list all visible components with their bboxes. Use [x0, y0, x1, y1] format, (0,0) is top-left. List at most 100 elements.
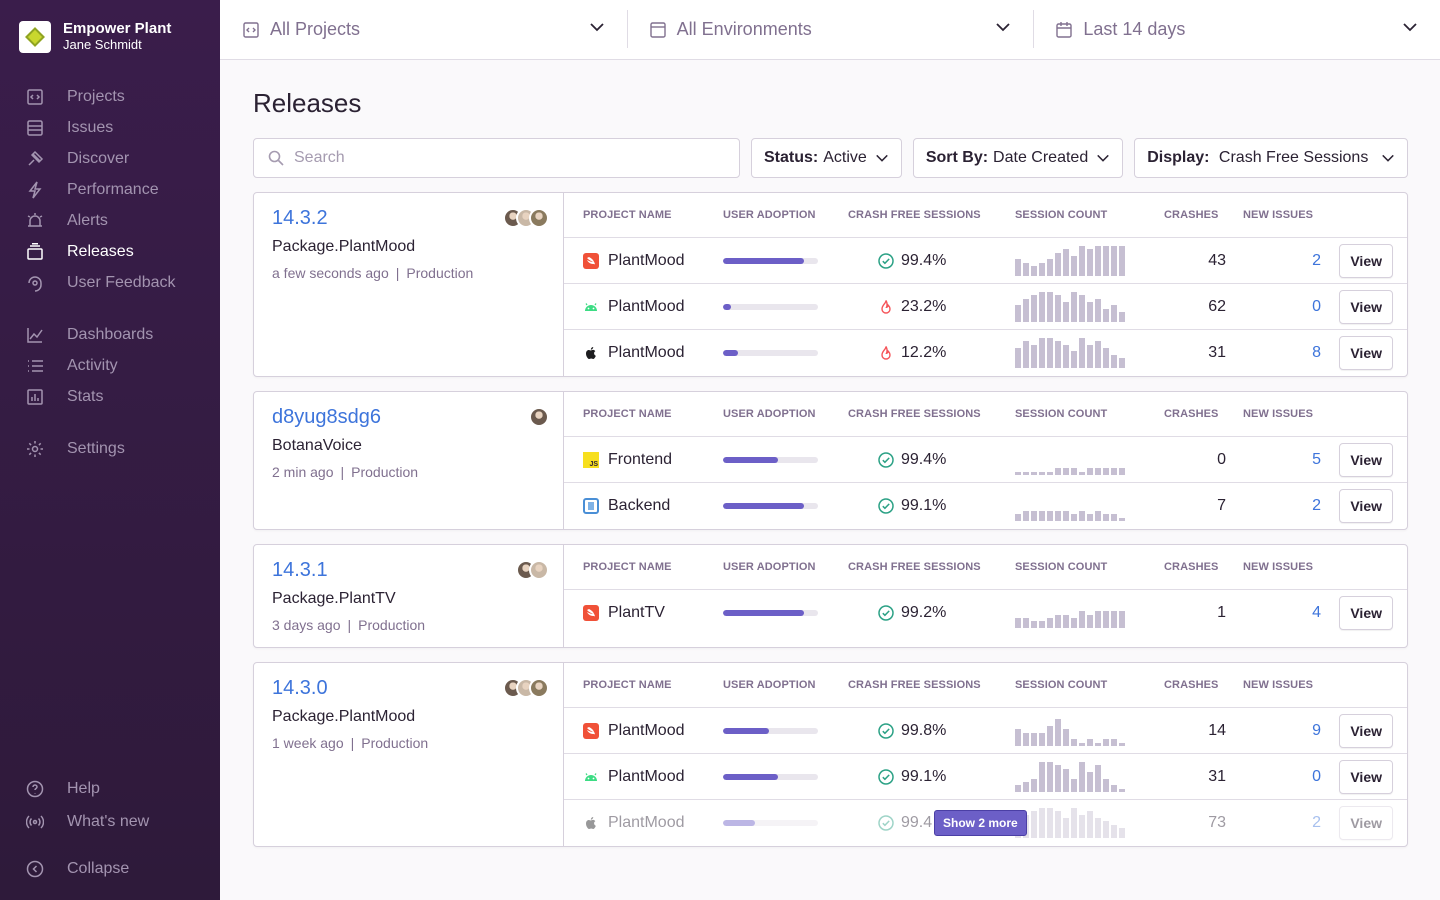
nav-item-collapse[interactable]: Collapse — [0, 853, 220, 884]
sparkline-bar — [1087, 467, 1093, 475]
show-more-button[interactable]: Show 2 more — [934, 810, 1027, 836]
release-card: 14.3.2 Package.PlantMood a few seconds ago… — [253, 192, 1408, 377]
new-issues-link[interactable]: 2 — [1312, 252, 1329, 269]
crash-free-percent: 99.4 — [901, 814, 933, 831]
nav-item-activity[interactable]: Activity — [0, 350, 220, 381]
new-issues-link[interactable]: 5 — [1312, 451, 1329, 468]
nav-item-what-s-new[interactable]: What's new — [0, 805, 220, 838]
apple-platform-icon — [583, 345, 599, 361]
release-package: Package.PlantMood — [272, 238, 416, 255]
new-issues-link[interactable]: 2 — [1312, 814, 1329, 831]
sparkline-bar — [1079, 761, 1085, 792]
sparkline-bar — [1023, 732, 1029, 746]
sort-dropdown[interactable]: Sort By: Date Created — [912, 138, 1124, 178]
crash-free-percent: 99.4% — [901, 251, 947, 269]
sparkline-bar — [1055, 718, 1061, 746]
sparkline-bar — [1087, 301, 1093, 322]
new-issues-link[interactable]: 8 — [1312, 344, 1329, 361]
view-cell: View — [1329, 806, 1407, 840]
project-selector[interactable]: All Projects — [220, 0, 627, 59]
environment-selector[interactable]: All Environments — [626, 0, 1034, 59]
nav-item-issues[interactable]: Issues — [0, 112, 220, 143]
crash-free-value: 99.1% — [848, 497, 1015, 515]
avatar — [529, 407, 549, 427]
crashes-cell: 1 — [1164, 604, 1234, 622]
adoption-bar — [723, 820, 818, 826]
nav-item-performance[interactable]: Performance — [0, 174, 220, 205]
chevron-down-icon — [875, 151, 889, 165]
crashes-count: 14 — [1208, 721, 1226, 739]
sparkline-bar — [1023, 618, 1029, 628]
project-name: PlantMood — [608, 251, 685, 269]
sparkline-bar — [1079, 815, 1085, 838]
sparkline-bar — [1063, 728, 1069, 746]
sparkline-bar — [1079, 611, 1085, 628]
table-row: PlantMood 99.1% 31 0 View — [564, 754, 1407, 800]
view-button[interactable]: View — [1339, 759, 1393, 794]
sparkline-bar — [1063, 248, 1069, 276]
nav-item-user-feedback[interactable]: User Feedback — [0, 267, 220, 298]
release-card: d8yug8sdg6 BotanaVoice 2 min ago | Productio… — [253, 391, 1408, 530]
adoption-bar — [723, 303, 818, 310]
new-issues-link[interactable]: 0 — [1312, 298, 1329, 315]
nav-item-label: Dashboards — [67, 325, 154, 343]
crash-free-value: 23.2% — [848, 298, 1015, 316]
adoption-cell — [723, 773, 848, 780]
adoption-cell — [723, 503, 848, 509]
crash-free-percent: 23.2% — [901, 297, 947, 315]
new-issues-link[interactable]: 9 — [1312, 722, 1329, 739]
view-button[interactable]: View — [1339, 806, 1393, 840]
author-avatars[interactable] — [503, 208, 549, 228]
project-cell: PlantMood — [564, 722, 723, 740]
nav-item-help[interactable]: Help — [0, 772, 220, 805]
search-icon — [268, 150, 284, 166]
new-issues-link[interactable]: 4 — [1312, 604, 1329, 621]
time-range-selector[interactable]: Last 14 days — [1033, 0, 1440, 59]
column-crashes: Crashes — [1164, 561, 1219, 573]
author-avatars[interactable] — [529, 407, 549, 427]
release-version-link[interactable]: d8yug8sdg6 — [272, 406, 545, 429]
new-issues-link[interactable]: 0 — [1312, 768, 1329, 785]
view-button[interactable]: View — [1339, 289, 1393, 324]
author-avatars[interactable] — [516, 560, 549, 580]
table-header: Project Name User Adoption Crash Free Sess… — [564, 545, 1407, 590]
view-button[interactable]: View — [1339, 243, 1393, 278]
column-project-name: Project Name — [583, 561, 672, 573]
view-button[interactable]: View — [1339, 442, 1393, 477]
nav-item-dashboards[interactable]: Dashboards — [0, 319, 220, 350]
view-button[interactable]: View — [1339, 713, 1393, 748]
view-button[interactable]: View — [1339, 489, 1393, 523]
org-switcher[interactable]: Empower Plant Jane Schmidt — [0, 0, 220, 56]
nav-item-alerts[interactable]: Alerts — [0, 205, 220, 236]
project-name: Backend — [608, 497, 671, 514]
sparkline-bar — [1079, 338, 1085, 368]
new-issues-link[interactable]: 2 — [1312, 497, 1329, 514]
calendar-icon — [1055, 21, 1073, 39]
nav-item-label: What's new — [67, 812, 150, 830]
column-session-count: Session Count — [1015, 679, 1108, 691]
view-button[interactable]: View — [1339, 336, 1393, 370]
sparkline-bar — [1031, 345, 1037, 368]
author-avatars[interactable] — [503, 678, 549, 698]
fire-icon — [878, 345, 901, 361]
sparkline-bar — [1119, 788, 1125, 792]
release-version-link[interactable]: 14.3.1 — [272, 559, 545, 582]
sparkline-bar — [1015, 728, 1021, 746]
status-dropdown[interactable]: Status: Active — [751, 138, 902, 178]
avatar — [529, 208, 549, 228]
sparkline-bar — [1103, 467, 1109, 475]
chevron-down-icon — [995, 19, 1011, 40]
nav-item-stats[interactable]: Stats — [0, 381, 220, 412]
sparkline-bar — [1023, 511, 1029, 521]
nav-item-settings[interactable]: Settings — [0, 433, 220, 464]
nav-item-projects[interactable]: Projects — [0, 81, 220, 112]
session-count-cell — [1015, 445, 1164, 475]
crashes-count: 73 — [1208, 814, 1226, 831]
nav-item-releases[interactable]: Releases — [0, 236, 220, 267]
crash-free-cell: 99.1% — [848, 497, 1015, 515]
view-button[interactable]: View — [1339, 596, 1393, 630]
search-input[interactable] — [294, 149, 694, 167]
nav-item-discover[interactable]: Discover — [0, 143, 220, 174]
column-session-count: Session Count — [1015, 408, 1108, 420]
display-dropdown[interactable]: Display: Crash Free Sessions — [1134, 138, 1408, 178]
